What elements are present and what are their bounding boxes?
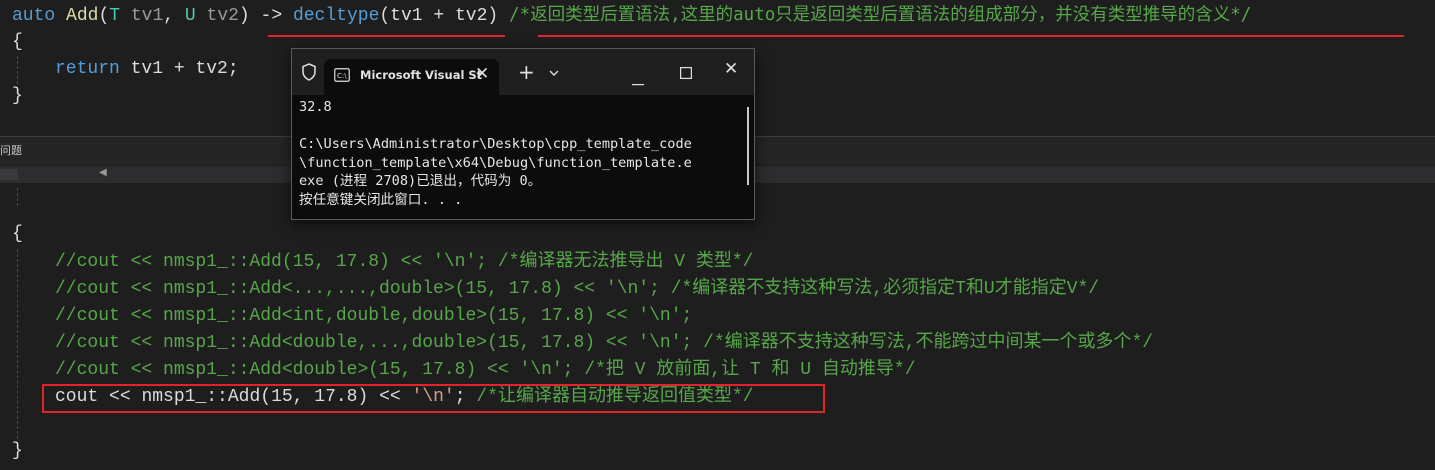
console-output: 32.8 C:\Users\Administrator\Desktop\cpp_… (299, 99, 692, 208)
indent-guide-main (17, 249, 18, 439)
brace-close: } (12, 86, 23, 106)
param-tv2: tv2 (206, 6, 239, 26)
scroll-thumb[interactable] (0, 169, 18, 180)
function-name: Add (66, 6, 99, 26)
chevron-down-icon[interactable] (548, 63, 560, 82)
indent-guide (17, 188, 18, 206)
type-param-t: T (109, 6, 121, 26)
close-tab-icon[interactable]: ✕ (475, 64, 489, 84)
code-line-signature: auto Add(T tv1, U tv2) -> decltype(tv1 +… (12, 2, 1251, 30)
code-line-return: return tv1 + tv2; (55, 56, 239, 83)
underline-annotation-decltype (268, 35, 505, 37)
scroll-left-arrow[interactable]: ◀ (99, 167, 107, 178)
comma: , (163, 6, 185, 26)
minimize-icon[interactable] (632, 71, 644, 90)
brace-close-main: } (12, 441, 23, 461)
maximize-icon[interactable] (680, 64, 693, 83)
decltype-expression: (tv1 + tv2) (379, 6, 499, 26)
commented-line-1: //cout << nmsp1_::Add(15, 17.8) << '\n';… (55, 252, 754, 272)
underline-annotation-comment (538, 35, 1404, 37)
commented-line-4: //cout << nmsp1_::Add<double,...,double>… (55, 333, 1154, 353)
tab-title: Microsoft Visual St (360, 68, 483, 82)
commented-line-3: //cout << nmsp1_::Add<int,double,double>… (55, 306, 693, 326)
comment-trailing-return: /*返回类型后置语法,这里的auto只是返回类型后置语法的组成部分，并没有类型推… (509, 5, 1252, 25)
new-tab-icon[interactable]: + (518, 60, 535, 84)
return-expression: tv1 + tv2; (119, 59, 239, 79)
highlight-box-annotation (42, 384, 825, 413)
type-param-u: U (184, 6, 196, 26)
paren-close: ) (238, 6, 250, 26)
window-titlebar[interactable]: C:\ Microsoft Visual St ✕ + ✕ (292, 49, 754, 95)
arrow-operator: -> (249, 6, 293, 26)
keyword-decltype: decltype (292, 6, 380, 26)
terminal-icon: C:\ (334, 67, 350, 86)
console-scrollbar[interactable] (747, 107, 749, 185)
svg-text:C:\: C:\ (337, 72, 347, 80)
close-window-icon[interactable]: ✕ (724, 59, 738, 79)
problems-tab-label[interactable]: 问题 (0, 142, 22, 158)
indent-guide (17, 56, 18, 84)
brace-open: { (12, 32, 23, 52)
commented-line-5: //cout << nmsp1_::Add<double>(15, 17.8) … (55, 360, 916, 380)
shield-icon[interactable] (301, 63, 317, 85)
commented-line-2: //cout << nmsp1_::Add<...,...,double>(15… (55, 279, 1100, 299)
console-window[interactable]: C:\ Microsoft Visual St ✕ + ✕ 32.8 C:\Us… (291, 48, 755, 220)
brace-open-main: { (12, 224, 23, 244)
param-tv1: tv1 (130, 6, 164, 26)
keyword-return: return (55, 59, 120, 79)
keyword-auto: auto (12, 6, 56, 26)
paren-open: ( (98, 6, 110, 26)
terminal-tab[interactable]: C:\ Microsoft Visual St ✕ (324, 59, 499, 95)
